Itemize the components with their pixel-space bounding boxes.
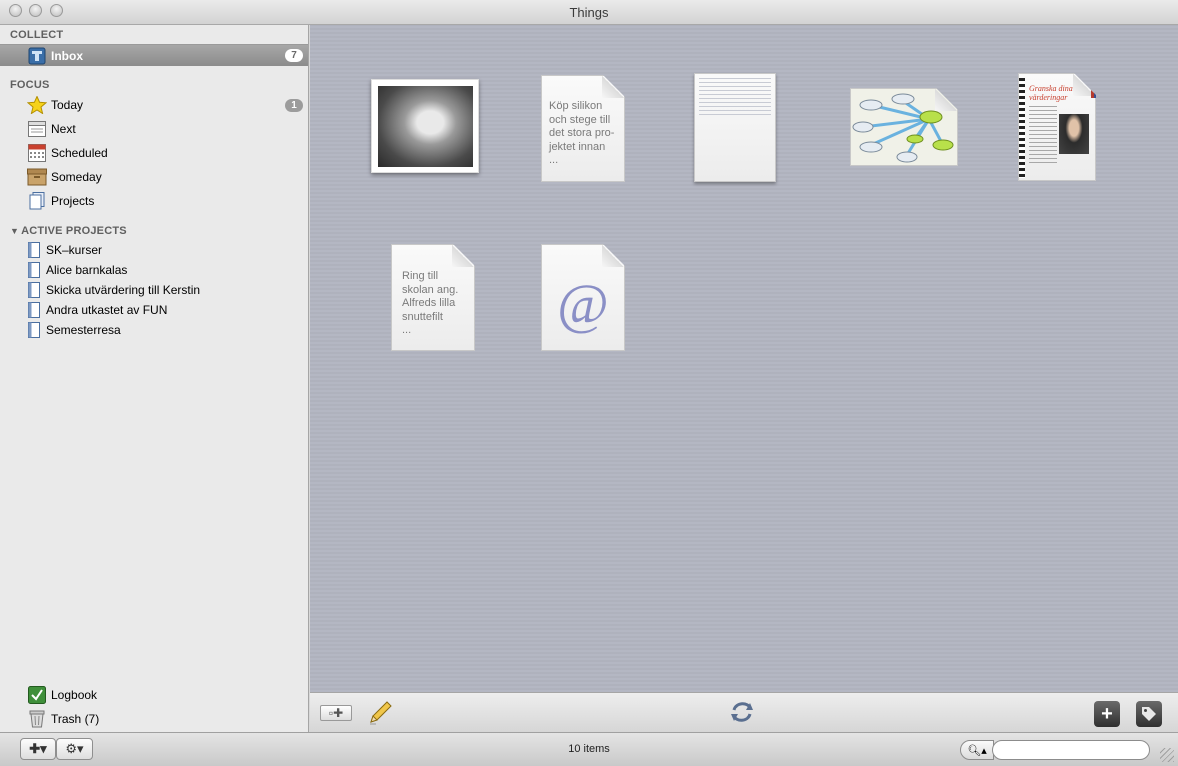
search-box: 🔍︎▴ [960, 740, 1150, 760]
inbox-item-note[interactable]: Köp silikon och stege till det stora pro… [541, 75, 625, 182]
note-text: Köp silikon och stege till det stora pro… [549, 100, 615, 166]
tag-icon [1142, 707, 1156, 721]
project-notebook-icon [27, 261, 41, 279]
disclosure-triangle-icon[interactable]: ▼ [10, 226, 19, 236]
photo-thumbnail-icon [378, 86, 473, 167]
sidebar-item-next[interactable]: Next [0, 118, 308, 140]
inbox-tray-icon [27, 47, 47, 65]
status-bar: ✚▾ ⚙▾ 10 items 🔍︎▴ [0, 732, 1178, 766]
inbox-item-photo[interactable] [371, 79, 479, 173]
project-label: Andra utkastet av FUN [46, 303, 168, 317]
item-toolbar: ▫✚ + [310, 692, 1178, 732]
section-header-focus: FOCUS [10, 79, 50, 91]
tag-button[interactable] [1136, 701, 1162, 727]
project-notebook-icon [27, 241, 41, 259]
inbox-item-email[interactable]: @ [541, 244, 625, 351]
resize-grip[interactable] [1160, 748, 1174, 762]
project-notebook-icon [27, 321, 41, 339]
project-label: SK–kurser [46, 243, 103, 257]
sidebar-item-label: Scheduled [51, 146, 108, 160]
sidebar-item-projects[interactable]: Projects [0, 190, 308, 212]
sidebar-item-someday[interactable]: Someday [0, 166, 308, 188]
next-list-icon [27, 120, 47, 138]
sidebar-item-label: Trash (7) [51, 712, 100, 726]
inbox-item-magazine[interactable]: Granska dina värderingar [1018, 73, 1096, 181]
add-item-icon: ▫✚ [328, 706, 344, 720]
plus-icon: + [1101, 702, 1113, 725]
edit-note-button[interactable] [366, 699, 394, 727]
sidebar-item-label: Projects [51, 194, 95, 208]
box-icon [27, 168, 47, 186]
section-header-active-projects[interactable]: ▼ ACTIVE PROJECTS [10, 225, 127, 237]
today-count-badge: 1 [285, 98, 303, 112]
sidebar-item-scheduled[interactable]: Scheduled [0, 142, 308, 164]
project-item[interactable]: Semesterresa [0, 319, 308, 341]
logbook-check-icon [27, 686, 47, 704]
project-item[interactable]: Alice barnkalas [0, 259, 308, 281]
project-label: Alice barnkalas [46, 263, 128, 277]
page-fold [452, 245, 474, 267]
sync-arrows-icon [731, 702, 753, 722]
sidebar-item-label: Today [51, 98, 84, 112]
document-thumbnail-icon [699, 78, 771, 118]
sidebar-item-label: Inbox [51, 48, 83, 63]
pencil-icon [370, 701, 392, 725]
sidebar-item-today[interactable]: Today 1 [0, 94, 308, 116]
project-notebook-icon [27, 281, 41, 299]
note-text: Ring till skolan ang. Alfreds lilla snut… [402, 270, 459, 336]
at-sign-icon: @ [557, 274, 609, 336]
mindmap-thumbnail-icon [851, 89, 959, 167]
inbox-canvas: Köp silikon och stege till det stora pro… [310, 25, 1178, 692]
sidebar-item-label: Logbook [51, 688, 98, 702]
new-item-button[interactable]: ▫✚ [320, 705, 352, 721]
calendar-icon [27, 144, 47, 162]
sidebar-item-label: Next [51, 122, 76, 136]
page-fold [602, 76, 624, 98]
sidebar-item-inbox[interactable]: Inbox 7 [0, 44, 308, 66]
sidebar-item-logbook[interactable]: Logbook [0, 684, 308, 706]
project-item[interactable]: SK–kurser [0, 239, 308, 261]
section-header-collect: COLLECT [10, 29, 64, 41]
sidebar-item-label: Someday [51, 170, 102, 184]
search-scope-button[interactable]: 🔍︎▴ [960, 740, 994, 760]
project-notebook-icon [27, 301, 41, 319]
title-bar: Things [0, 0, 1178, 25]
sidebar: COLLECT Inbox 7 FOCUS Today 1 Next Sched… [0, 25, 309, 732]
window-title: Things [569, 5, 609, 20]
project-item[interactable]: Skicka utvärdering till Kerstin [0, 279, 308, 301]
project-item[interactable]: Andra utkastet av FUN [0, 299, 308, 321]
sync-button[interactable] [727, 697, 757, 727]
project-label: Skicka utvärdering till Kerstin [46, 283, 201, 297]
inbox-item-document[interactable] [694, 73, 776, 182]
star-icon [27, 96, 47, 114]
inbox-item-diagram[interactable] [850, 88, 958, 166]
inbox-count-badge: 7 [285, 49, 303, 62]
search-icon: 🔍︎▴ [967, 744, 987, 757]
add-to-list-button[interactable]: + [1094, 701, 1120, 727]
inbox-item-note[interactable]: Ring till skolan ang. Alfreds lilla snut… [391, 244, 475, 351]
page-fold [602, 245, 624, 267]
project-label: Semesterresa [46, 323, 121, 337]
search-input[interactable] [992, 740, 1150, 760]
section-header-label: ACTIVE PROJECTS [21, 225, 127, 237]
magazine-thumbnail-icon: Granska dina värderingar [1019, 74, 1097, 182]
trash-icon [27, 710, 47, 728]
projects-icon [27, 192, 47, 210]
sidebar-item-trash[interactable]: Trash (7) [0, 708, 308, 730]
